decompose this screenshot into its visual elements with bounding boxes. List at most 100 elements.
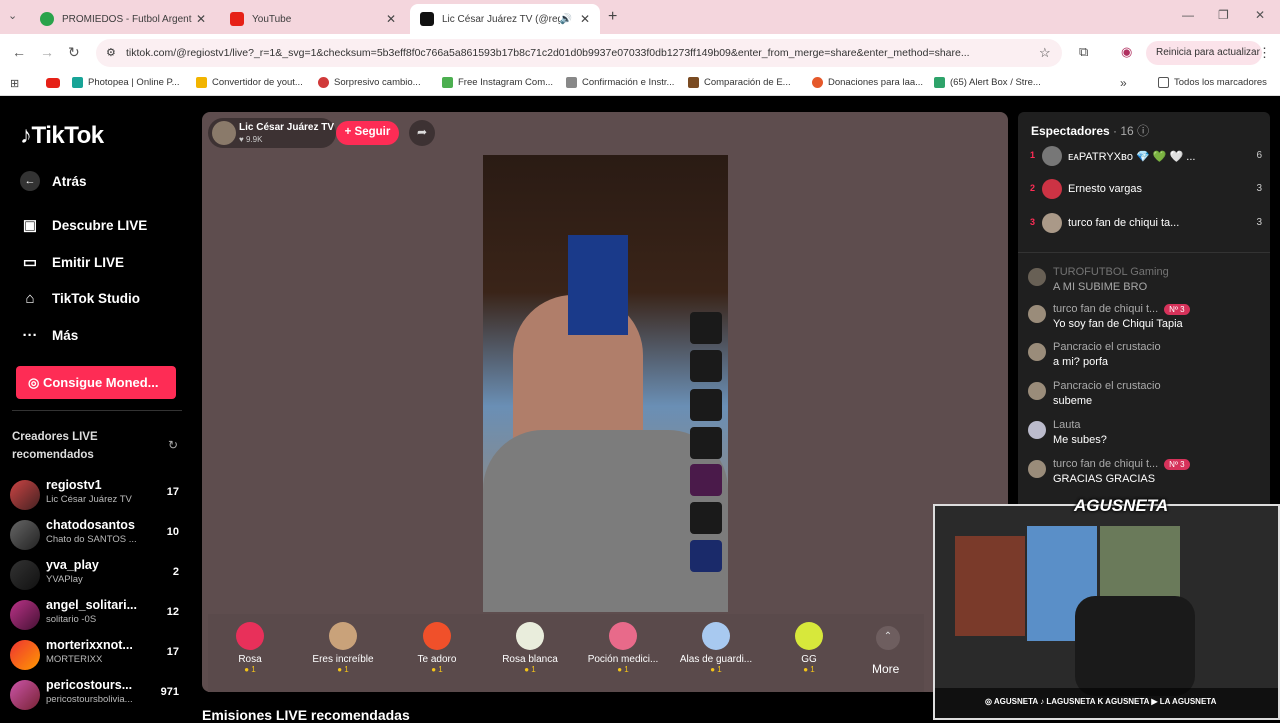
- promiedos-icon: [40, 12, 54, 26]
- gift-item[interactable]: Rosa blanca ● 1: [490, 620, 570, 674]
- tiktok-logo[interactable]: ♪TikTok: [20, 122, 104, 150]
- nav-back[interactable]: ← Atrás: [20, 171, 87, 191]
- gg-gift-icon: [795, 622, 823, 650]
- new-tab-icon[interactable]: +: [608, 8, 617, 26]
- gift-item[interactable]: Alas de guardi... ● 1: [676, 620, 756, 674]
- update-button[interactable]: Reinicia para actualizar: [1146, 41, 1262, 65]
- gift-shortcut-icon[interactable]: [690, 464, 722, 496]
- chat-user[interactable]: Pancracio el crustacio: [1053, 380, 1161, 392]
- apps-icon[interactable]: ⊞: [10, 77, 19, 90]
- gift-shortcut-icon[interactable]: [690, 312, 722, 344]
- tab-tiktok[interactable]: Lic César Juárez TV (@regiostv1) 🔊 ✕: [410, 4, 600, 34]
- bookmark-item[interactable]: Comparación de E...: [688, 77, 791, 88]
- chat-message: turco fan de chiqui t... Nº 3 GRACIAS GRAC…: [1028, 458, 1258, 494]
- gift-item[interactable]: GG ● 1: [769, 620, 849, 674]
- bookmark-item[interactable]: (65) Alert Box / Stre...: [934, 77, 1041, 88]
- chat-message: Pancracio el crustacio a mi? porfa: [1028, 341, 1258, 377]
- gift-shortcut-icon[interactable]: [690, 427, 722, 459]
- viewers-count: 16: [1120, 124, 1134, 138]
- rank-badge: Nº 3: [1164, 304, 1190, 315]
- url-field[interactable]: ⚙ tiktok.com/@regiostv1/live?_r=1&_svg=1…: [96, 39, 1062, 67]
- viewer-item[interactable]: 2 Ernesto vargas 3: [1030, 177, 1262, 203]
- reload-icon[interactable]: ↻: [68, 44, 80, 61]
- avatar: [10, 480, 40, 510]
- gift-item[interactable]: Poción medici... ● 1: [583, 620, 663, 674]
- bookmark-label: Free Instagram Com...: [458, 77, 554, 88]
- tab-promiedos[interactable]: PROMIEDOS - Futbol Argentino ✕: [30, 4, 216, 34]
- creator-item[interactable]: pericostours... pericostoursbolivia... 971: [10, 678, 185, 714]
- creator-item[interactable]: chatodosantos Chato do SANTOS ... 10: [10, 518, 185, 554]
- viewer-rank: 3: [1030, 217, 1036, 227]
- get-coins-button[interactable]: ◎ Consigue Moned...: [16, 366, 176, 399]
- info-icon[interactable]: ⓘ: [1137, 124, 1149, 138]
- chat-user-row[interactable]: turco fan de chiqui t... Nº 3: [1053, 303, 1190, 315]
- bookmark-item[interactable]: Sorpresivo cambio...: [318, 77, 421, 88]
- creator-item[interactable]: morterixxnot... MORTERIXX 17: [10, 638, 185, 674]
- chevron-up-icon[interactable]: ⌃: [876, 626, 900, 650]
- more-bookmarks-icon[interactable]: »: [1120, 76, 1127, 90]
- gift-item[interactable]: Rosa ● 1: [210, 620, 290, 674]
- speaker-icon[interactable]: 🔊: [560, 14, 572, 25]
- site-info-icon[interactable]: ⚙: [106, 46, 116, 59]
- menu-icon[interactable]: ⋮: [1258, 45, 1271, 61]
- viewer-item[interactable]: 3 turco fan de chiqui ta... 3: [1030, 211, 1262, 237]
- extensions-icon[interactable]: ⧉: [1079, 44, 1088, 60]
- refresh-icon[interactable]: ↻: [168, 438, 178, 452]
- all-bookmarks[interactable]: Todos los marcadores: [1158, 77, 1267, 88]
- chat-user[interactable]: TUROFUTBOL Gaming: [1053, 266, 1169, 278]
- chat-user-row[interactable]: turco fan de chiqui t... Nº 3: [1053, 458, 1190, 470]
- gift-shortcut-icon[interactable]: [690, 540, 722, 572]
- close-icon[interactable]: ✕: [386, 12, 396, 26]
- nav-label: TikTok Studio: [52, 291, 141, 306]
- nav-label: Emitir LIVE: [52, 254, 125, 270]
- creator-name: chatodosantos: [46, 518, 135, 532]
- nav-emit-live[interactable]: ▭ Emitir LIVE: [20, 253, 124, 271]
- bookmark-item[interactable]: Free Instagram Com...: [442, 77, 553, 88]
- chat-user[interactable]: Lauta: [1053, 419, 1081, 431]
- viewer-item[interactable]: 1 ᴇᴀPATRYXʙᴏ 💎 💚 🤍 ... 6: [1030, 144, 1262, 170]
- nav-more[interactable]: ··· Más: [20, 327, 79, 344]
- tab-search-icon[interactable]: ⌄: [8, 9, 17, 22]
- creator-item[interactable]: regiostv1 Lic César Juárez TV 17: [10, 478, 185, 514]
- creator-item[interactable]: angel_solitari... solitario -0S 12: [10, 598, 185, 634]
- share-icon[interactable]: ➦: [409, 120, 435, 146]
- chat-user[interactable]: Pancracio el crustacio: [1053, 341, 1161, 353]
- viewer-score: 3: [1256, 183, 1262, 194]
- bookmark-item[interactable]: Confirmación e Instr...: [566, 77, 674, 88]
- forward-icon[interactable]: →: [40, 44, 54, 60]
- host-avatar: [212, 121, 236, 145]
- close-icon[interactable]: ✕: [580, 12, 590, 26]
- gift-shortcut-icon[interactable]: [690, 502, 722, 534]
- more-gifts-button[interactable]: More: [872, 662, 899, 676]
- host-card[interactable]: Lic César Juárez TV ♥ 9.9K: [208, 118, 336, 148]
- bookmark-label: Photopea | Online P...: [88, 77, 180, 88]
- gift-shortcut-icon[interactable]: [690, 389, 722, 421]
- gift-item[interactable]: Eres increíble ● 1: [303, 620, 383, 674]
- creator-name: pericostours...: [46, 678, 133, 692]
- youtube-bookmark-icon[interactable]: [46, 78, 60, 88]
- bookmark-item[interactable]: Convertidor de yout...: [196, 77, 303, 88]
- back-icon[interactable]: ←: [12, 44, 26, 60]
- viewers-header: Espectadores · 16 ⓘ: [1031, 124, 1150, 138]
- maximize-icon[interactable]: ❐: [1218, 8, 1229, 22]
- window-close-icon[interactable]: ✕: [1255, 8, 1265, 22]
- social-handles: ◎ AGUSNETA ♪ LAGUSNETA K AGUSNETA ▶ LA A…: [935, 688, 1278, 718]
- profile-icon[interactable]: ◉: [1121, 44, 1132, 60]
- gift-item[interactable]: Te adoro ● 1: [397, 620, 477, 674]
- url-text: tiktok.com/@regiostv1/live?_r=1&_svg=1&c…: [126, 47, 970, 59]
- bookmark-item[interactable]: Donaciones para laa...: [812, 77, 923, 88]
- creator-item[interactable]: yva_play YVAPlay 2: [10, 558, 185, 594]
- tab-youtube[interactable]: YouTube ✕: [220, 4, 406, 34]
- star-icon[interactable]: ☆: [1039, 45, 1051, 61]
- follow-button[interactable]: + Seguir: [336, 121, 399, 145]
- more-dots-icon: ···: [22, 327, 38, 344]
- avatar: [1042, 179, 1062, 199]
- minimize-icon[interactable]: —: [1182, 8, 1194, 22]
- nav-tiktok-studio[interactable]: ⌂ TikTok Studio: [20, 290, 140, 307]
- avatar: [1028, 305, 1046, 323]
- close-icon[interactable]: ✕: [196, 12, 206, 26]
- nav-discover-live[interactable]: ▣ Descubre LIVE: [20, 216, 147, 234]
- bookmark-item[interactable]: Photopea | Online P...: [72, 77, 180, 88]
- nav-label: Más: [52, 328, 79, 343]
- gift-shortcut-icon[interactable]: [690, 350, 722, 382]
